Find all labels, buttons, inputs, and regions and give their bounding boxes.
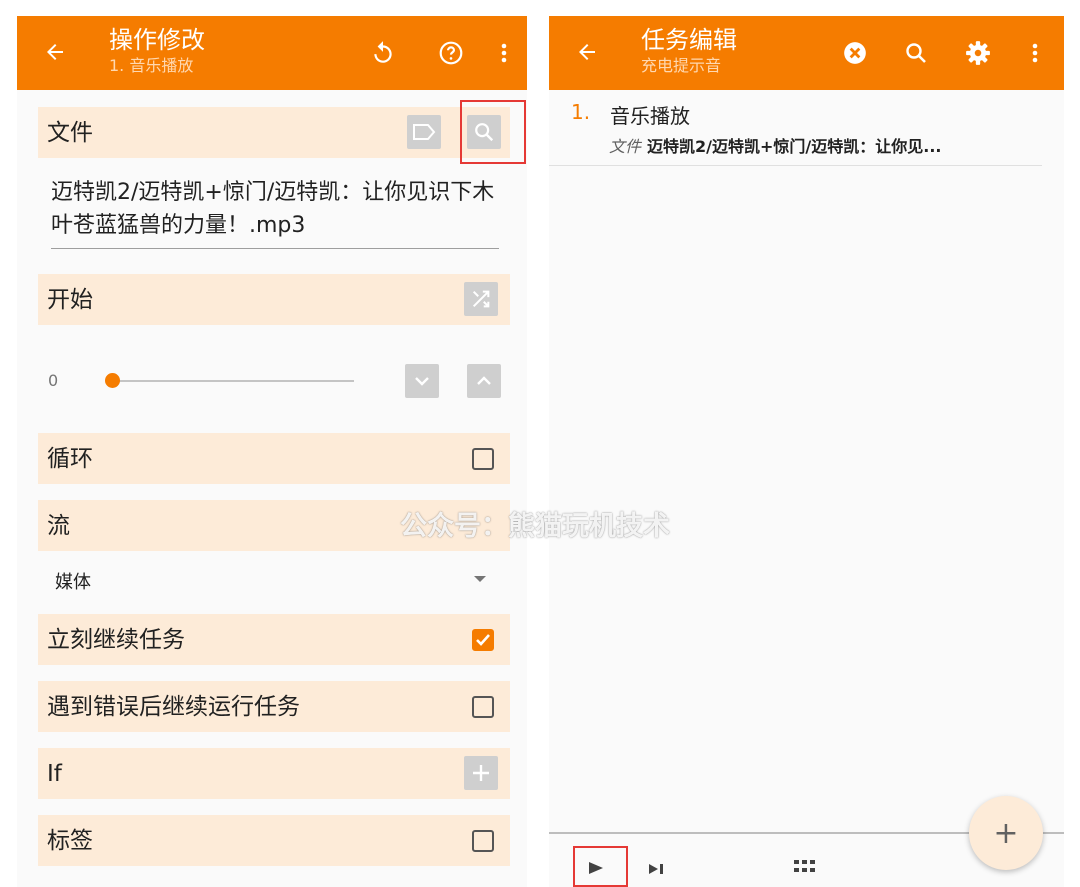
chevron-down-icon[interactable] <box>405 364 439 398</box>
chevron-up-icon[interactable] <box>467 364 501 398</box>
settings-icon[interactable] <box>961 36 995 70</box>
page-subtitle: 1. 音乐播放 <box>109 56 194 75</box>
action-edit-screen: 操作修改 1. 音乐播放 文件 迈特凯2/迈特凯+惊门/迈特凯：让你见识下木叶苍… <box>17 16 527 887</box>
plus-icon[interactable] <box>464 756 498 790</box>
continue-task-checkbox[interactable] <box>472 629 494 651</box>
stream-select-value[interactable]: 媒体 <box>55 568 91 594</box>
shuffle-icon[interactable] <box>464 282 498 316</box>
back-arrow-icon[interactable] <box>569 34 605 70</box>
continue-on-error-checkbox[interactable] <box>472 696 494 718</box>
action-detail-value: 迈特凯2/迈特凯+惊门/迈特凯：让你见... <box>647 137 942 156</box>
file-label: 文件 <box>47 120 93 146</box>
continue-task-section: 立刻继续任务 <box>38 614 510 665</box>
dropdown-arrow-icon[interactable] <box>474 576 486 582</box>
loop-checkbox[interactable] <box>472 448 494 470</box>
task-action-row[interactable]: 1. 音乐播放 文件 迈特凯2/迈特凯+惊门/迈特凯：让你见... <box>549 90 1042 166</box>
tag-icon[interactable] <box>407 115 441 149</box>
start-slider-track[interactable] <box>110 380 354 382</box>
highlight-box-search <box>460 100 526 164</box>
start-label: 开始 <box>47 287 93 313</box>
tag-section: 标签 <box>38 815 510 866</box>
action-number: 1. <box>571 100 591 124</box>
cancel-icon[interactable] <box>838 36 872 70</box>
continue-task-label: 立刻继续任务 <box>47 627 185 653</box>
search-icon[interactable] <box>899 36 933 70</box>
if-label: If <box>47 761 62 787</box>
step-icon[interactable] <box>647 858 665 882</box>
more-icon[interactable] <box>487 36 521 70</box>
tag-label: 标签 <box>47 828 93 854</box>
highlight-box-play <box>573 846 628 887</box>
action-detail: 文件 迈特凯2/迈特凯+惊门/迈特凯：让你见... <box>609 133 941 157</box>
if-section: If <box>38 748 510 799</box>
more-icon[interactable] <box>1018 36 1052 70</box>
add-action-button[interactable]: + <box>969 796 1043 870</box>
action-detail-key: 文件 <box>609 137 642 156</box>
continue-on-error-section: 遇到错误后继续运行任务 <box>38 681 510 732</box>
action-name: 音乐播放 <box>610 104 690 128</box>
loop-label: 循环 <box>47 446 93 472</box>
page-title: 任务编辑 <box>641 26 737 54</box>
start-slider-thumb[interactable] <box>105 373 120 388</box>
stream-label: 流 <box>47 513 70 539</box>
watermark: 公众号：熊猫玩机技术 <box>400 511 670 542</box>
continue-on-error-label: 遇到错误后继续运行任务 <box>47 694 300 720</box>
start-section: 开始 <box>38 274 510 325</box>
page-subtitle: 充电提示音 <box>641 56 722 75</box>
file-path-input[interactable]: 迈特凯2/迈特凯+惊门/迈特凯：让你见识下木叶苍蓝猛兽的力量！.mp3 <box>51 176 499 242</box>
left-app-bar: 操作修改 1. 音乐播放 <box>17 16 527 90</box>
reset-icon[interactable] <box>366 36 400 70</box>
help-icon[interactable] <box>434 36 468 70</box>
loop-section: 循环 <box>38 433 510 484</box>
file-input-underline <box>51 248 499 249</box>
page-title: 操作修改 <box>109 26 205 54</box>
grid-icon[interactable] <box>793 858 817 878</box>
start-value: 0 <box>48 371 59 390</box>
file-section: 文件 <box>38 107 510 158</box>
tag-checkbox[interactable] <box>472 830 494 852</box>
right-app-bar: 任务编辑 充电提示音 <box>549 16 1064 90</box>
back-arrow-icon[interactable] <box>37 34 73 70</box>
task-edit-screen: 任务编辑 充电提示音 1. 音乐播放 文件 迈特凯2/迈特凯+惊门/迈特凯：让你见… <box>549 16 1064 887</box>
